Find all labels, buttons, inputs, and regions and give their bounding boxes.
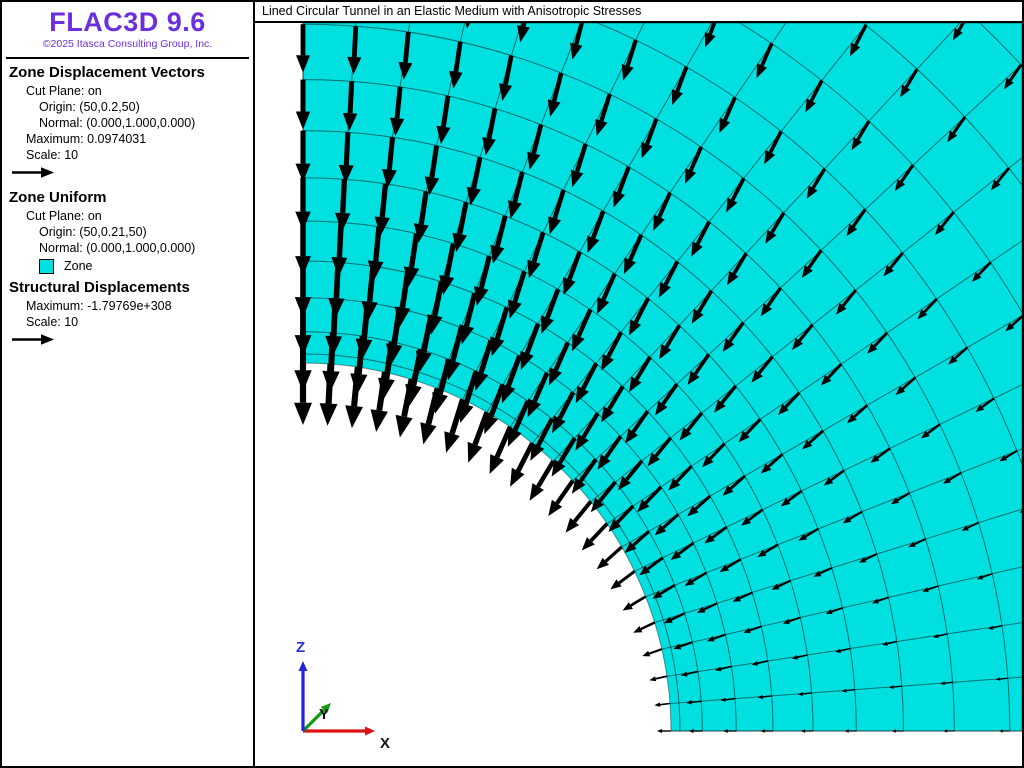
z-axis-arrow: Z	[296, 639, 308, 731]
legend-line: Cut Plane: on	[26, 84, 102, 98]
scale-arrow-icon	[12, 167, 54, 178]
legend-line: Normal: (0.000,1.000,0.000)	[39, 116, 196, 130]
axis-triad: X Y Z	[296, 639, 390, 752]
legend-line: Scale: 10	[26, 148, 79, 162]
svg-text:X: X	[380, 735, 390, 752]
y-axis-arrow: Y	[301, 703, 331, 733]
legend-line: Scale: 10	[26, 315, 79, 329]
legend-line: Normal: (0.000,1.000,0.000)	[39, 241, 196, 255]
plot-title: Lined Circular Tunnel in an Elastic Medi…	[262, 4, 642, 18]
legend-divider	[6, 57, 249, 59]
legend-line: Maximum: 0.0974031	[26, 132, 147, 146]
model-viewport[interactable]: Lined Circular Tunnel in an Elastic Medi…	[255, 2, 1022, 766]
legend-heading: Zone Displacement Vectors	[9, 64, 205, 81]
zone-color-swatch	[39, 258, 54, 274]
plot-title-bar: Lined Circular Tunnel in an Elastic Medi…	[255, 2, 1022, 23]
legend-section: Zone Displacement Vectors Cut Plane: on Or…	[2, 64, 253, 184]
legend-section: Structural Displacements Maximum: -1.7976…	[2, 279, 253, 351]
scale-arrow-icon	[12, 334, 54, 345]
legend-sidebar: FLAC3D 9.6 ©2025 Itasca Consulting Group…	[2, 2, 255, 766]
zone-swatch-label: Zone	[64, 259, 93, 273]
x-axis-arrow: X	[303, 726, 390, 752]
legend-heading: Zone Uniform	[9, 189, 107, 206]
legend-heading: Structural Displacements	[9, 279, 190, 296]
svg-text:Z: Z	[296, 639, 305, 656]
model-scene-canvas[interactable]: X Y Z	[255, 23, 1022, 766]
legend-sections: Zone Displacement Vectors Cut Plane: on Or…	[2, 64, 253, 351]
svg-text:Y: Y	[319, 706, 329, 723]
zone-swatch-row: Zone	[39, 258, 253, 274]
legend-line: Maximum: -1.79769e+308	[26, 299, 172, 313]
copyright-text: ©2025 Itasca Consulting Group, Inc.	[42, 38, 213, 50]
legend-section: Zone Uniform Cut Plane: on Origin: (50,0.2…	[2, 189, 253, 274]
legend-line: Origin: (50,0.2,50)	[39, 100, 140, 114]
legend-line: Cut Plane: on	[26, 209, 102, 223]
legend-line: Origin: (50,0.21,50)	[39, 225, 147, 239]
app-logo: FLAC3D 9.6	[49, 7, 206, 37]
flac3d-plot-window: FLAC3D 9.6 ©2025 Itasca Consulting Group…	[0, 0, 1024, 768]
